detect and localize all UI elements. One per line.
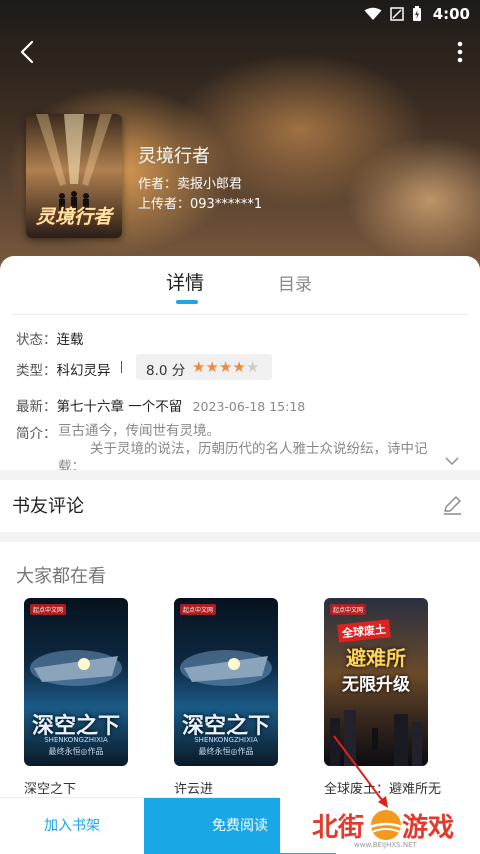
battery-icon [413, 6, 421, 21]
cover-author: 最终永恒◎作品 [48, 747, 104, 756]
add-to-shelf-button[interactable]: 加入书架 [0, 798, 144, 854]
star-icon: ★ [218, 358, 233, 376]
popular-title: 大家都在看 [16, 566, 106, 587]
cover-subtitle: SHENKONGZHIXIA [44, 736, 108, 744]
intro-line: 亘古通今，传闻世有灵境。 [58, 423, 220, 439]
tab-toc[interactable]: 目录 [278, 270, 312, 295]
watermark-text-left: 北街 [312, 813, 365, 843]
type-label: 类型： [16, 363, 57, 379]
type-separator [121, 361, 122, 373]
status-label: 状态： [16, 332, 57, 348]
book-cover-title: 灵境行者 [35, 206, 112, 228]
latest-chapter[interactable]: 第七十六章 一个不留 [57, 399, 183, 415]
star-icon: ★ [205, 358, 219, 376]
type-row: 类型：科幻灵异 [16, 359, 111, 379]
comments-title: 书友评论 [12, 496, 84, 517]
recommend-cover[interactable]: 起点中文网 深空之下 SHENKONGZHIXIA 最终永恒◎作品 [24, 598, 128, 766]
recommend-cover[interactable]: 起点中文网 深空之下 SHENKONGZHIXIA 最终永恒◎作品 [174, 598, 278, 766]
star-icon: ★ [232, 358, 246, 376]
cover-author: 最终永恒◎作品 [198, 747, 254, 756]
book-cover: 灵境行者 [26, 114, 122, 238]
section-divider [0, 470, 480, 480]
book-title: 灵境行者 [138, 146, 210, 167]
tab-active-indicator [176, 300, 198, 304]
recommend-item[interactable]: 起点中文网 深空之下 SHENKONGZHIXIA 最终永恒◎作品 深空之下 [24, 598, 128, 797]
book-uploader: 上传者：093******1 [138, 197, 263, 212]
star-icon: ★ [192, 358, 206, 376]
status-bar: 4:00 [0, 0, 480, 28]
latest-label: 最新： [16, 399, 57, 415]
rating-stars: ★★★★★ [192, 358, 259, 376]
section-divider [0, 532, 480, 542]
recommend-name[interactable]: 深空之下 [24, 778, 128, 797]
free-read-label: 免费阅读 [212, 818, 268, 834]
latest-row[interactable]: 最新：第七十六章 一个不留 2023-06-18 15:18 [16, 395, 305, 415]
latest-date: 2023-06-18 15:18 [192, 399, 306, 414]
annotation-arrow-icon [333, 735, 388, 808]
watermark-sun-icon [369, 810, 403, 840]
tab-bar: 详情 目录 [0, 256, 480, 314]
intro-text[interactable]: 亘古通今，传闻世有灵境。 关于灵境的说法，历朝历代的名人雅士众说纷纭，诗中记 载… [58, 422, 458, 476]
watermark-text-right: 游戏 [402, 813, 455, 843]
cover-subtitle: SHENKONGZHIXIA [194, 736, 258, 744]
intro-label: 简介： [16, 426, 57, 442]
wifi-icon [364, 7, 382, 20]
status-value: 连载 [56, 332, 84, 348]
tab-detail[interactable]: 详情 [166, 268, 204, 295]
rating-box: 8.0 分 ★★★★★ [136, 354, 272, 380]
chevron-down-icon[interactable] [444, 456, 460, 466]
edit-pencil-icon[interactable] [440, 493, 464, 517]
recommend-item[interactable]: 起点中文网 深空之下 SHENKONGZHIXIA 最终永恒◎作品 许云进 [174, 598, 278, 797]
status-time: 4:00 [432, 5, 470, 23]
recommend-name[interactable]: 许云进 [174, 778, 278, 797]
type-value[interactable]: 科幻灵异 [57, 363, 111, 379]
book-author[interactable]: 作者：卖报小郎君 [138, 173, 242, 192]
star-icon: ★ [245, 358, 260, 376]
watermark-url: www.BEIJHXS.NET [354, 841, 417, 849]
status-row: 状态：连载 [16, 328, 84, 348]
rating-score: 8.0 分 [146, 363, 186, 379]
signal-icon [390, 7, 404, 21]
back-arrow-icon[interactable] [14, 38, 42, 66]
intro-line: 关于灵境的说法，历朝历代的名人雅士众说纷纭，诗中记 [90, 441, 428, 457]
status-icons [364, 6, 422, 22]
more-vertical-icon[interactable] [456, 40, 464, 64]
divider [12, 314, 468, 315]
intro-label-row: 简介： [16, 422, 57, 442]
